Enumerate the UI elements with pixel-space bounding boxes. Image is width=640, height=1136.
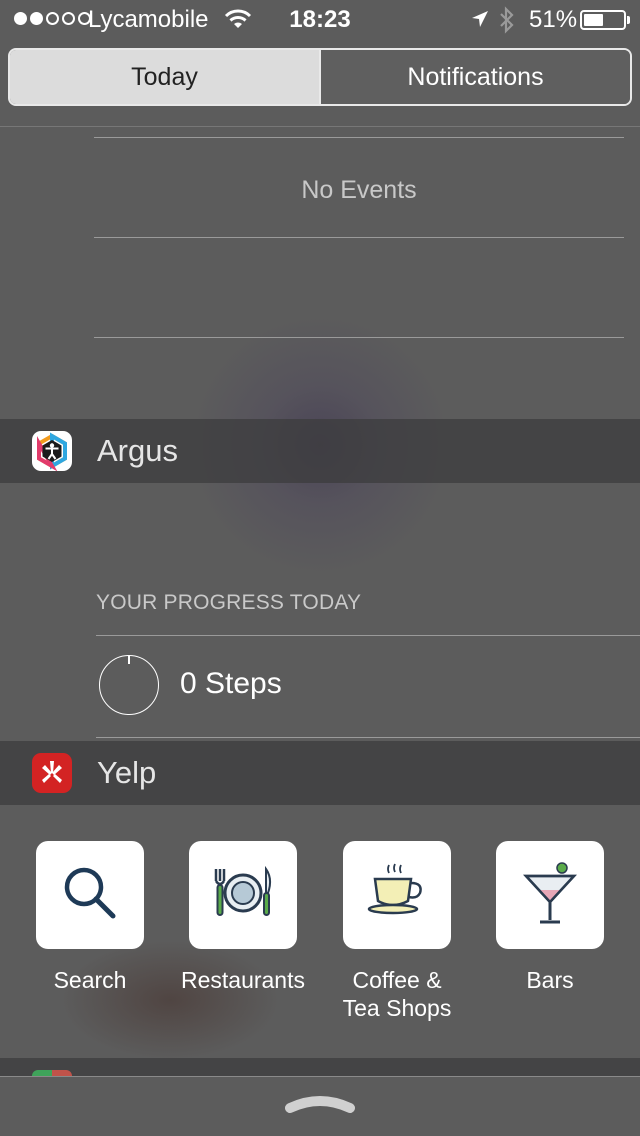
progress-divider	[96, 737, 640, 738]
tab-today[interactable]: Today	[10, 50, 319, 104]
steps-count[interactable]: 0 Steps	[180, 667, 282, 701]
coffee-tile-label: Coffee & Tea Shops	[312, 966, 482, 1022]
status-bar: Lycamobile 18:23 51%	[0, 0, 640, 42]
next-widget-header	[0, 1058, 640, 1076]
progress-title: YOUR PROGRESS TODAY	[96, 591, 362, 614]
search-icon	[58, 861, 122, 930]
argus-widget-header[interactable]	[0, 419, 640, 483]
yelp-search-tile[interactable]	[36, 841, 144, 949]
yelp-widget-header[interactable]	[0, 741, 640, 805]
calendar-divider	[94, 237, 624, 238]
argus-person-icon	[32, 431, 72, 472]
header-divider	[0, 126, 640, 127]
steps-progress-ring	[99, 655, 159, 715]
search-tile-label: Search	[53, 967, 127, 993]
calendar-divider	[94, 137, 624, 138]
martini-glass-icon	[518, 858, 582, 933]
bluetooth-icon	[498, 6, 516, 39]
argus-app-name: Argus	[97, 433, 178, 468]
battery-fill	[584, 14, 603, 26]
yelp-bars-tile[interactable]	[496, 841, 604, 949]
tab-notifications[interactable]: Notifications	[319, 50, 630, 104]
yelp-coffee-tile[interactable]	[343, 841, 451, 949]
yelp-restaurants-tile[interactable]	[189, 841, 297, 949]
background-blur	[60, 940, 280, 1060]
coffee-tile-label-text: Coffee & Tea Shops	[342, 967, 452, 1021]
battery-icon	[580, 10, 626, 30]
steps-ring-tick	[128, 656, 130, 664]
calendar-divider	[94, 337, 624, 338]
coffee-cup-icon	[365, 861, 429, 930]
close-grabber-icon[interactable]	[284, 1094, 356, 1121]
calendar-empty-text: No Events	[301, 176, 417, 204]
notification-center: Lycamobile 18:23 51% Today Notifications…	[0, 0, 640, 1136]
battery-percentage: 51%	[529, 6, 578, 33]
bottom-divider	[0, 1076, 640, 1077]
plate-fork-knife-icon	[208, 863, 278, 928]
restaurants-tile-label: Restaurants	[180, 967, 305, 993]
yelp-burst-icon	[32, 753, 72, 793]
bars-tile-label: Bars	[526, 967, 574, 993]
today-notifications-switch: Today Notifications	[8, 48, 632, 106]
battery-cap	[627, 16, 630, 24]
yelp-app-name: Yelp	[97, 755, 157, 790]
progress-divider	[96, 635, 640, 636]
location-arrow-icon	[470, 9, 490, 34]
